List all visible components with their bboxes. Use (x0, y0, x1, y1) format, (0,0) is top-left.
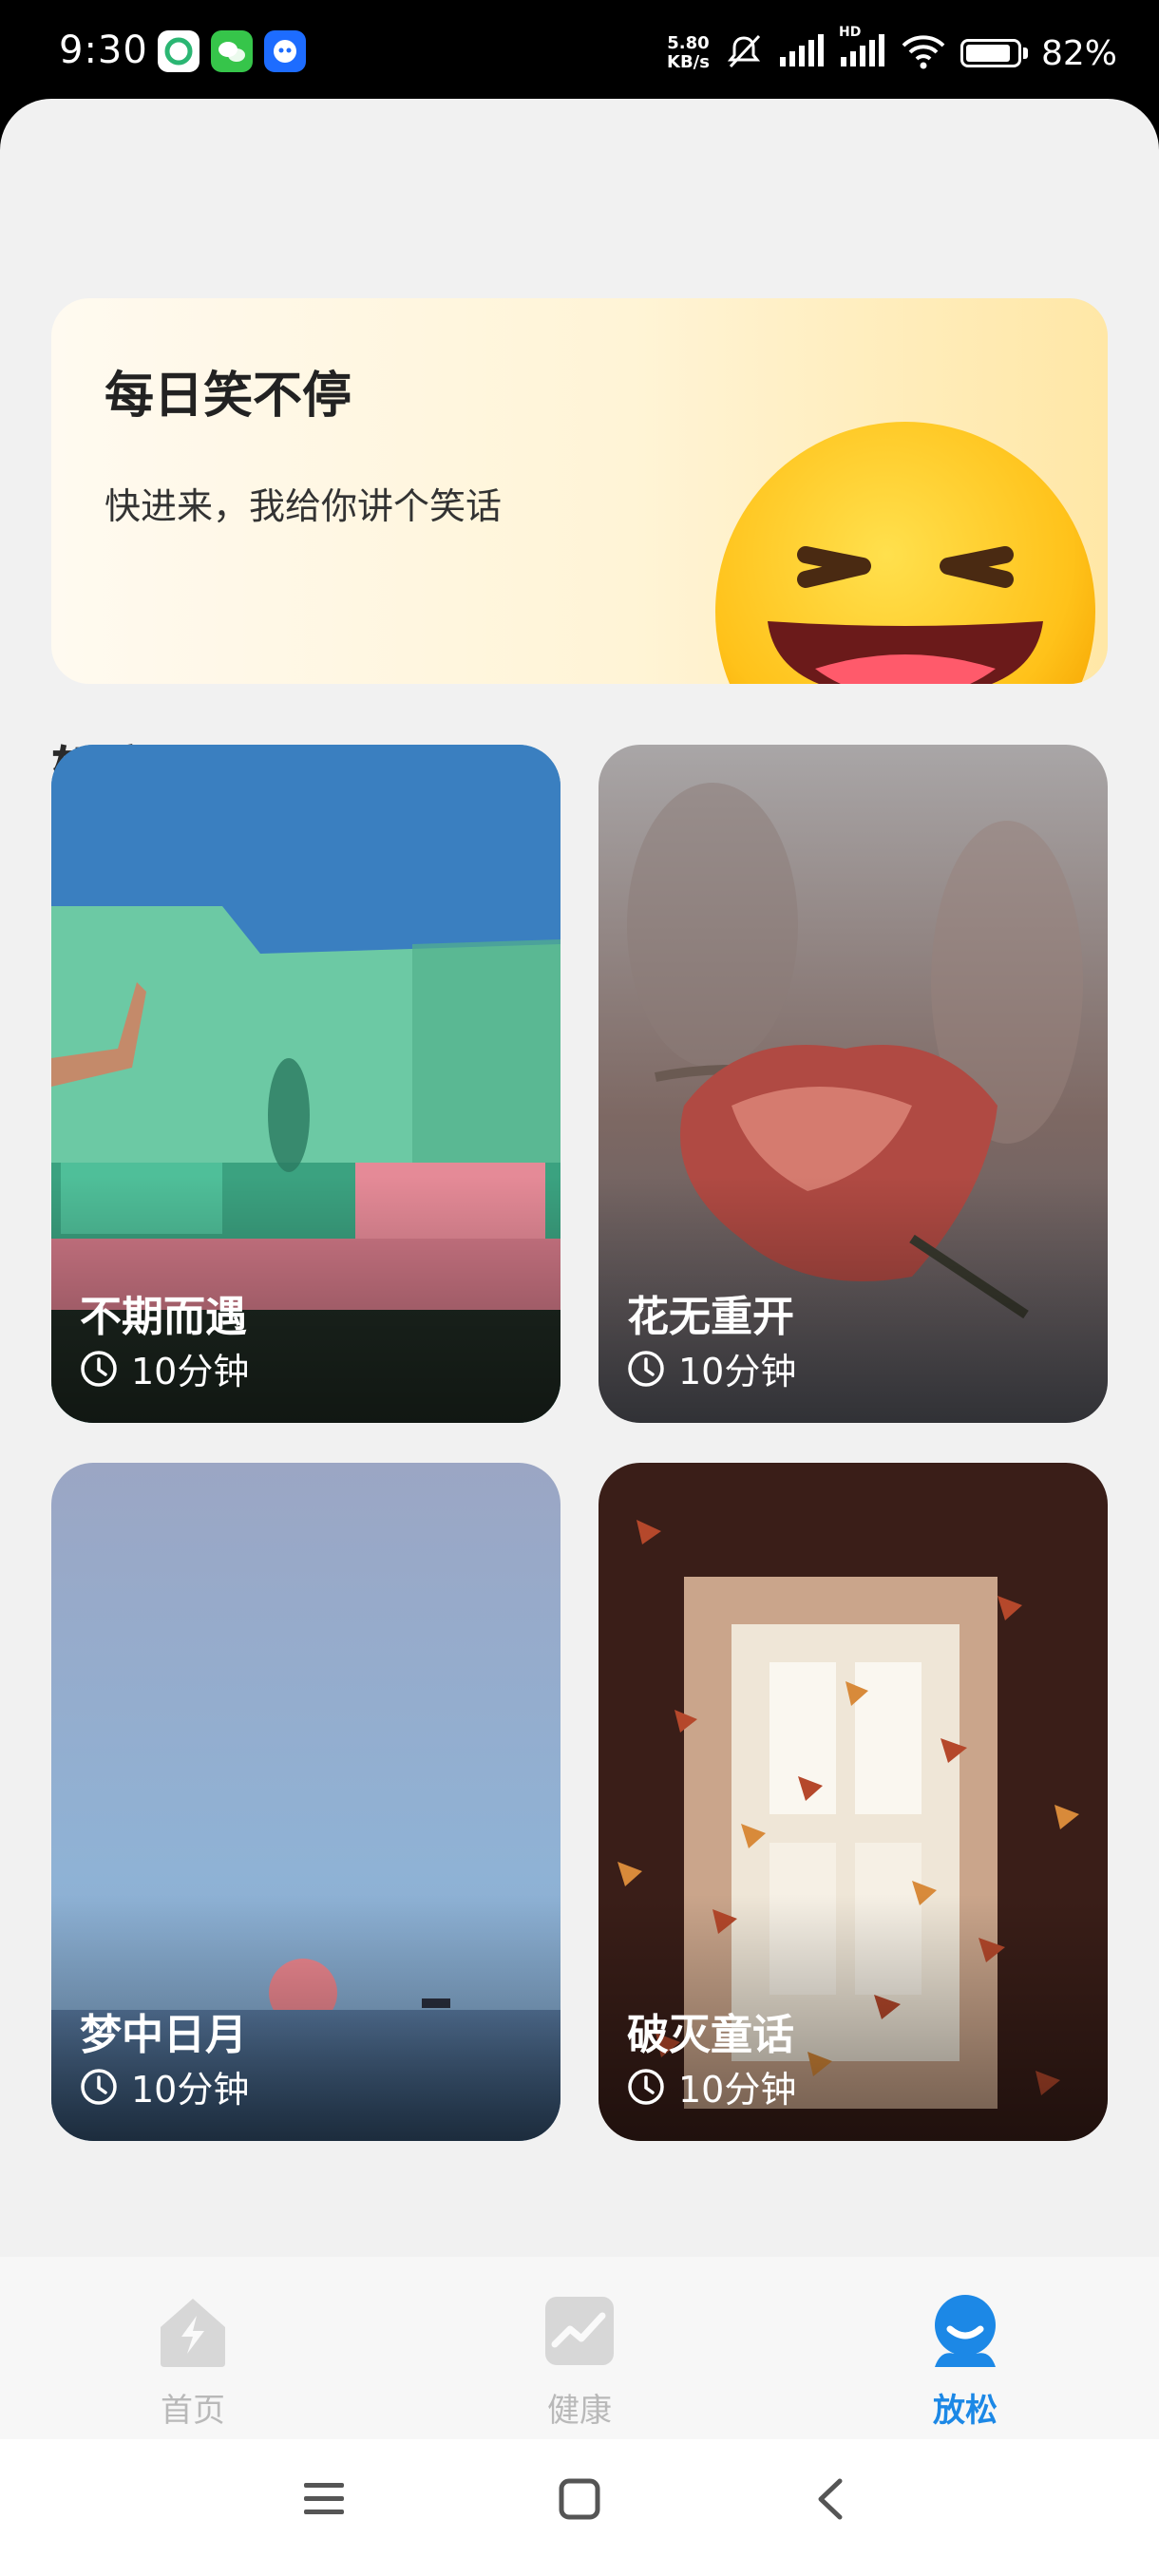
back-icon[interactable] (808, 2475, 855, 2527)
joke-card-subtitle: 快进来，我给你讲个笑话 (104, 485, 503, 527)
battery-icon (960, 39, 1028, 67)
music-duration: 10分钟 (80, 2060, 249, 2112)
hd-label: HD (838, 25, 862, 40)
laughing-emoji-icon (715, 422, 1095, 684)
wechat-icon (211, 30, 253, 72)
battery-percent: 82% (1040, 33, 1117, 73)
music-duration-text: 10分钟 (131, 2069, 250, 2111)
music-duration-text: 10分钟 (131, 1351, 250, 1392)
net-speed-value: 5.80 (667, 33, 710, 53)
relax-icon (935, 2295, 996, 2367)
tab-relax[interactable]: 放松 (870, 2291, 1060, 2431)
joke-card[interactable]: 每日笑不停 快进来，我给你讲个笑话 (51, 298, 1108, 684)
music-card[interactable]: 破灭童话 10分钟 (598, 1463, 1108, 2141)
bottom-tab-bar: 首页 健康 放松 (0, 2257, 1159, 2439)
home-icon (161, 2299, 225, 2367)
clock-icon (81, 2068, 117, 2105)
wifi-icon (900, 32, 947, 74)
clock-icon (81, 1350, 117, 1387)
music-card[interactable]: 不期而遇 10分钟 (51, 745, 560, 1423)
net-speed-unit: KB/s (667, 52, 710, 72)
music-duration-text: 10分钟 (678, 2069, 797, 2111)
system-nav-bar (0, 2439, 1159, 2576)
menu-icon[interactable] (300, 2475, 348, 2527)
status-bar: 9:30 5.80 KB/s HD 82% (0, 0, 1159, 104)
app-icon-1 (158, 30, 200, 72)
music-duration-text: 10分钟 (678, 1351, 797, 1392)
clock-icon (628, 1350, 664, 1387)
app-content: 每日笑不停 快进来，我给你讲个笑话 轻音乐 (0, 99, 1159, 2439)
music-card[interactable]: 梦中日月 10分钟 (51, 1463, 560, 2141)
music-title: 破灭童话 (627, 2011, 794, 2059)
signal-icon (778, 34, 826, 72)
tab-health[interactable]: 健康 (484, 2291, 674, 2431)
tab-label-home: 首页 (161, 2392, 225, 2430)
tab-home[interactable]: 首页 (98, 2291, 288, 2431)
net-speed: 5.80 KB/s (667, 34, 710, 72)
health-chart-icon (545, 2297, 614, 2365)
clock-icon (628, 2068, 664, 2105)
music-title: 梦中日月 (80, 2011, 247, 2059)
music-duration: 10分钟 (627, 1342, 796, 1394)
mute-icon (723, 30, 765, 76)
music-title: 不期而遇 (80, 1293, 247, 1341)
home-square-icon[interactable] (556, 2475, 603, 2527)
music-card[interactable]: 花无重开 10分钟 (598, 745, 1108, 1423)
status-time: 9:30 (59, 28, 148, 72)
status-right: 5.80 KB/s HD 82% (667, 25, 1117, 82)
app-icon-3 (264, 30, 306, 72)
hd-signal-icon: HD (839, 25, 886, 72)
music-duration: 10分钟 (627, 2060, 796, 2112)
tab-label-relax: 放松 (933, 2392, 998, 2430)
joke-card-title: 每日笑不停 (104, 368, 352, 425)
music-duration: 10分钟 (80, 1342, 249, 1394)
music-title: 花无重开 (627, 1293, 794, 1341)
tab-label-health: 健康 (547, 2392, 612, 2430)
